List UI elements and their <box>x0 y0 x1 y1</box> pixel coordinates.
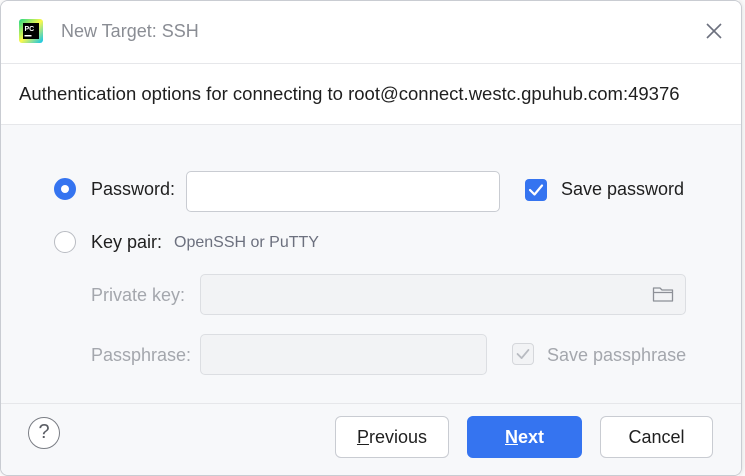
cancel-button[interactable]: Cancel <box>600 416 713 458</box>
previous-button[interactable]: Previous <box>335 416 449 458</box>
next-mnemonic: N <box>504 427 518 447</box>
private-key-field <box>200 274 686 315</box>
save-password-checkbox[interactable] <box>525 179 547 201</box>
help-icon[interactable]: ? <box>28 417 60 449</box>
save-password-label[interactable]: Save password <box>561 179 684 200</box>
auth-options-panel: Password: Save password Key pair: OpenSS… <box>1 125 741 403</box>
connection-description: Authentication options for connecting to… <box>19 83 680 104</box>
save-passphrase-checkbox <box>512 343 534 365</box>
next-label: ext <box>517 427 544 447</box>
folder-icon <box>652 287 674 302</box>
checkmark-icon <box>516 349 530 359</box>
pycharm-app-icon: PC <box>19 19 43 43</box>
close-icon[interactable] <box>703 20 725 42</box>
checkmark-icon <box>528 184 544 196</box>
previous-mnemonic: P <box>356 427 369 447</box>
private-key-label: Private key: <box>91 285 186 305</box>
password-field[interactable] <box>186 171 500 212</box>
app-icon-text: PC <box>25 26 35 33</box>
title-bar: PC New Target: SSH <box>1 1 741 64</box>
password-radio[interactable] <box>54 178 76 200</box>
passphrase-field <box>200 334 487 375</box>
keypair-hint: OpenSSH or PuTTY <box>174 234 319 251</box>
passphrase-input <box>201 335 486 374</box>
dialog-footer: ? Previous Next Cancel <box>1 403 741 475</box>
private-key-input <box>201 275 685 314</box>
connection-header: Authentication options for connecting to… <box>1 64 741 125</box>
save-passphrase-label: Save passphrase <box>547 345 687 365</box>
next-button[interactable]: Next <box>467 416 582 458</box>
previous-label: revious <box>368 427 428 447</box>
new-target-ssh-dialog: PC New Target: SSH Authentication option… <box>0 0 742 476</box>
keypair-label: Key pair: <box>91 232 163 252</box>
password-label: Password: <box>91 179 176 199</box>
password-input[interactable] <box>187 172 499 211</box>
passphrase-label: Passphrase: <box>91 345 192 365</box>
keypair-radio[interactable] <box>54 231 76 253</box>
window-title: New Target: SSH <box>61 21 199 41</box>
